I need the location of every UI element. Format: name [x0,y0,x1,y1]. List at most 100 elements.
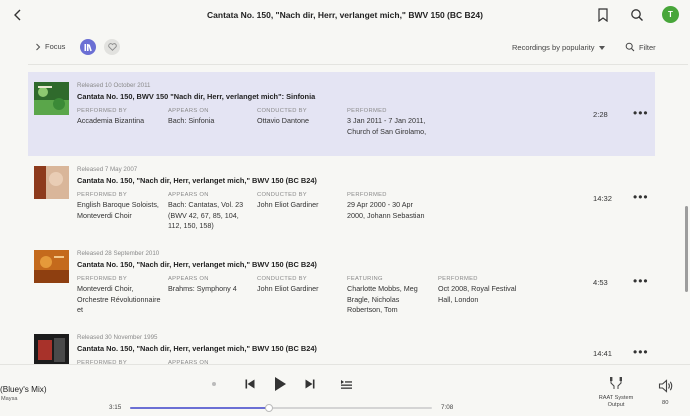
recording-title[interactable]: Cantata No. 150, "Nach dir, Herr, verlan… [77,176,317,185]
performed-value: Oct 2008, Royal Festival Hall, London [438,284,517,304]
recording-row[interactable]: Released 10 October 2011 Cantata No. 150… [28,72,655,156]
sort-dropdown[interactable]: Recordings by popularity [512,43,605,52]
duration: 14:41 [593,349,613,358]
recording-title[interactable]: Cantata No. 150, "Nach dir, Herr, verlan… [77,260,317,269]
scrollbar[interactable] [685,206,688,292]
focus-button[interactable]: Focus [35,42,65,51]
featuring-value[interactable]: Charlotte Mobbs, Meg Bragle, Nicholas Ro… [347,284,433,316]
performed-value: 29 Apr 2000 - 30 Apr 2000, Johann Sebast… [347,200,425,220]
back-button[interactable] [10,7,26,23]
more-options-button[interactable]: ••• [633,190,649,204]
divider [28,64,688,65]
favorite-filter-toggle[interactable] [104,39,120,55]
conducted-by-column: CONDUCTED BY John Eliot Gardiner [257,192,342,211]
conducted-by-value[interactable]: John Eliot Gardiner [257,284,342,295]
performed-by-column: PERFORMED BY Monteverdi Choir, Orchestre… [77,276,162,316]
performed-column: PERFORMED 3 Jan 2011 - 7 Jan 2011, Churc… [347,108,427,137]
recording-row[interactable]: Released 28 September 2010 Cantata No. 1… [28,240,655,324]
heart-icon [107,43,117,51]
performed-label: PERFORMED [347,108,387,114]
search-button[interactable] [630,8,646,24]
duration: 4:53 [593,278,608,287]
performed-by-label: PERFORMED BY [77,108,127,114]
page-title: Cantata No. 150, "Nach dir, Herr, verlan… [207,10,483,20]
next-button[interactable] [304,378,316,390]
release-date: Released 28 September 2010 [77,250,160,257]
recording-row[interactable]: Released 30 November 1995 Cantata No. 15… [28,324,655,364]
volume-button[interactable] [658,379,674,393]
skip-previous-icon [245,379,255,389]
appears-on-value[interactable]: Brahms: Symphony 4 [168,284,253,295]
featuring-column: FEATURING Charlotte Mobbs, Meg Bragle, N… [347,276,433,316]
appears-on-value[interactable]: Bach: Sinfonia [168,116,253,127]
now-playing-bar: (Bluey's Mix) Maysa 3:15 7:08 RAAT Syste… [0,364,690,416]
recording-row[interactable]: Released 7 May 2007 Cantata No. 150, "Na… [28,156,655,240]
performed-column: PERFORMED Oct 2008, Royal Festival Hall,… [438,276,518,305]
appears-on-label: APPEARS ON [168,108,209,114]
conducted-by-column: CONDUCTED BY John Eliot Gardiner [257,276,342,295]
recording-title[interactable]: Cantata No. 150, BWV 150 "Nach dir, Herr… [77,92,315,101]
seek-bar-fill [130,407,269,409]
sort-label: Recordings by popularity [512,43,595,52]
performed-by-column: PERFORMED BY English Baroque Soloists, M… [77,192,162,221]
speaker-zone-icon [610,377,622,389]
more-options-button[interactable]: ••• [633,345,649,359]
now-playing-artist[interactable]: Maysa [1,396,17,402]
radio-indicator [212,382,216,386]
more-options-button[interactable]: ••• [633,106,649,120]
performed-by-label: PERFORMED BY [77,276,127,282]
skip-next-icon [305,379,315,389]
avatar[interactable]: T [662,6,679,23]
conducted-by-value[interactable]: John Eliot Gardiner [257,200,342,211]
play-icon [275,377,286,391]
chevron-left-icon [14,9,21,21]
seek-bar[interactable] [130,404,432,412]
release-date: Released 30 November 1995 [77,334,158,341]
conducted-by-label: CONDUCTED BY [257,276,307,282]
appears-on-value[interactable]: Bach: Cantatas, Vol. 23 (BWV 42, 67, 85,… [168,200,253,232]
album-cover[interactable] [34,334,69,364]
bookmark-button[interactable] [597,8,611,24]
filter-button[interactable]: Filter [625,42,656,52]
conducted-by-value[interactable]: Ottavio Dantone [257,116,342,127]
more-options-button[interactable]: ••• [633,274,649,288]
performed-by-value[interactable]: English Baroque Soloists, Monteverdi Cho… [77,200,162,221]
performed-by-column: PERFORMED BY Accademia Bizantina [77,108,162,127]
library-filter-toggle[interactable] [80,39,96,55]
album-cover[interactable] [34,166,69,199]
library-icon [84,43,92,51]
filter-label: Filter [639,42,656,52]
appears-on-label: APPEARS ON [168,276,209,282]
chevron-right-icon [36,43,41,50]
zone-label: RAAT System Output [598,395,634,408]
search-icon [631,9,643,21]
performed-by-value[interactable]: Monteverdi Choir, Orchestre Révolutionna… [77,284,162,316]
album-cover[interactable] [34,82,69,115]
performed-by-value[interactable]: Accademia Bizantina [77,116,162,127]
seek-bar-knob[interactable] [264,404,273,412]
more-horizontal-icon: ••• [633,274,649,288]
album-cover[interactable] [34,250,69,283]
performed-label: PERFORMED [347,192,387,198]
total-time: 7:08 [441,404,454,411]
more-horizontal-icon: ••• [633,345,649,359]
release-date: Released 7 May 2007 [77,166,138,173]
caret-down-icon [598,45,605,50]
play-button[interactable] [272,375,288,393]
appears-on-column: APPEARS ON Bach: Cantatas, Vol. 23 (BWV … [168,192,253,232]
now-playing-title[interactable]: (Bluey's Mix) [0,385,47,394]
more-horizontal-icon: ••• [633,106,649,120]
conducted-by-label: CONDUCTED BY [257,108,307,114]
appears-on-column: APPEARS ON Brahms: Symphony 4 [168,276,253,295]
performed-label: PERFORMED [438,276,478,282]
recording-title[interactable]: Cantata No. 150, "Nach dir, Herr, verlan… [77,344,317,353]
queue-button[interactable] [340,378,353,390]
previous-button[interactable] [244,378,256,390]
zone-picker-button[interactable]: RAAT System Output [594,376,638,409]
bookmark-icon [598,8,608,23]
more-horizontal-icon: ••• [633,190,649,204]
performed-column: PERFORMED 29 Apr 2000 - 30 Apr 2000, Joh… [347,192,427,221]
conducted-by-label: CONDUCTED BY [257,192,307,198]
performed-by-label: PERFORMED BY [77,192,127,198]
performed-value: 3 Jan 2011 - 7 Jan 2011, Church of San G… [347,116,427,136]
